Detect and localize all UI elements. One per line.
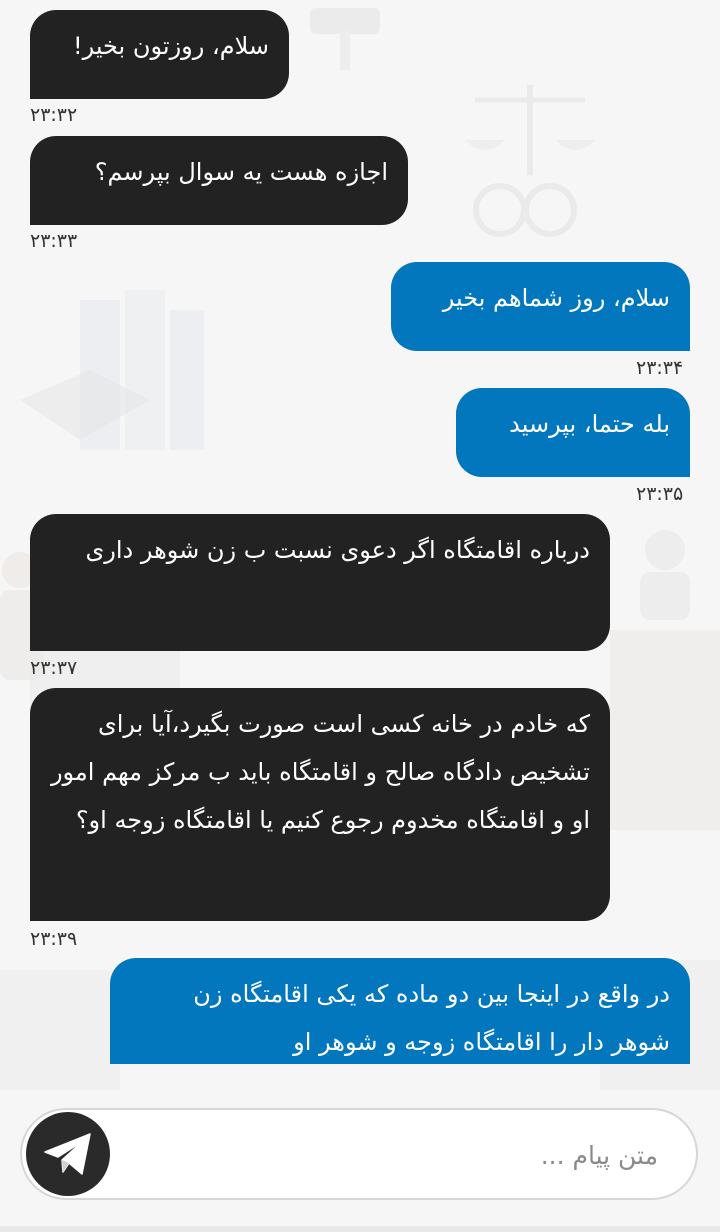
message-text: که خادم در خانه کسی است صورت بگیرد،آیا ب…: [50, 710, 590, 834]
message-timestamp: ۲۳:۳۲: [30, 104, 78, 126]
message-bubble-outgoing: در واقع در اینجا بین دو ماده که یکی اقام…: [110, 958, 690, 1064]
message-text: سلام، روزتون بخیر!: [72, 32, 269, 60]
message-text: بله حتما، بپرسید: [509, 410, 670, 438]
message-input[interactable]: [132, 1128, 660, 1182]
message-text: سلام، روز شماهم بخیر: [442, 284, 670, 312]
message-timestamp: ۲۳:۳۳: [30, 230, 78, 252]
message-bubble-outgoing: بله حتما، بپرسید: [456, 388, 690, 477]
message-timestamp: ۲۳:۳۹: [30, 928, 78, 950]
send-icon: [44, 1133, 91, 1175]
message-bubble-outgoing: سلام، روز شماهم بخیر: [391, 262, 690, 351]
message-text: اجازه هست یه سوال بپرسم؟: [94, 158, 388, 186]
send-button[interactable]: [26, 1112, 110, 1196]
bottom-edge: [0, 1226, 720, 1232]
message-timestamp: ۲۳:۳۷: [30, 657, 78, 679]
message-text: درباره اقامتگاه اگر دعوی نسبت ب زن شوهر …: [85, 536, 590, 564]
message-text: در واقع در اینجا بین دو ماده که یکی اقام…: [193, 980, 670, 1056]
message-bubble-incoming: درباره اقامتگاه اگر دعوی نسبت ب زن شوهر …: [30, 514, 610, 651]
message-bubble-incoming: که خادم در خانه کسی است صورت بگیرد،آیا ب…: [30, 688, 610, 921]
message-bubble-incoming: سلام، روزتون بخیر!: [30, 10, 289, 99]
message-timestamp: ۲۳:۳۴: [636, 357, 684, 379]
message-bubble-incoming: اجازه هست یه سوال بپرسم؟: [30, 136, 408, 225]
message-list[interactable]: سلام، روزتون بخیر! ۲۳:۳۲ اجازه هست یه سو…: [0, 0, 720, 1064]
message-timestamp: ۲۳:۳۵: [636, 483, 684, 505]
message-composer: [20, 1108, 698, 1200]
